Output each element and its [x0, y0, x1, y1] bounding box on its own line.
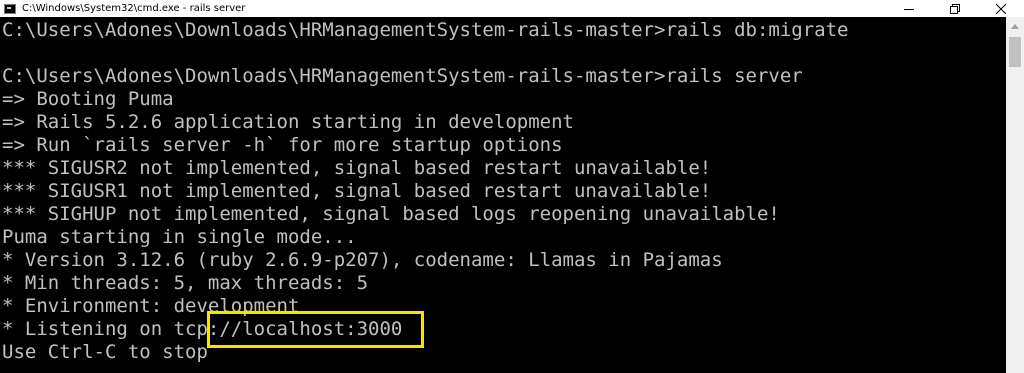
console-line: C:\Users\Adones\Downloads\HRManagementSy… [2, 65, 803, 87]
vertical-scrollbar[interactable] [1006, 17, 1024, 373]
console-line: *** SIGUSR2 not implemented, signal base… [2, 157, 712, 179]
window-title: C:\Windows\System32\cmd.exe - rails serv… [22, 3, 246, 14]
minimize-icon [904, 8, 914, 10]
console-line: Use Ctrl-C to stop [2, 341, 208, 363]
console-line: *** SIGHUP not implemented, signal based… [2, 203, 780, 225]
cmd-window: C:\Windows\System32\cmd.exe - rails serv… [0, 0, 1024, 373]
window-controls [886, 0, 1024, 17]
console-output[interactable]: C:\Users\Adones\Downloads\HRManagementSy… [0, 17, 1006, 373]
scroll-up-button[interactable] [1006, 17, 1024, 35]
minimize-button[interactable] [886, 0, 932, 17]
chevron-up-icon [1011, 23, 1019, 29]
console-line: C:\Users\Adones\Downloads\HRManagementSy… [2, 19, 849, 41]
console-line: *** SIGUSR1 not implemented, signal base… [2, 180, 712, 202]
maximize-icon [950, 3, 960, 14]
close-button[interactable] [978, 0, 1024, 17]
console-line: Puma starting in single mode... [2, 226, 357, 248]
console-line: => Booting Puma [2, 88, 174, 110]
close-icon [996, 3, 1006, 14]
scroll-thumb[interactable] [1009, 37, 1021, 67]
console-line: => Run `rails server -h` for more startu… [2, 134, 563, 156]
console-line: => Rails 5.2.6 application starting in d… [2, 111, 574, 133]
cmd-icon [4, 3, 16, 14]
console-line: * Version 3.12.6 (ruby 2.6.9-p207), code… [2, 249, 723, 271]
console-line: * Min threads: 5, max threads: 5 [2, 272, 369, 294]
title-bar[interactable]: C:\Windows\System32\cmd.exe - rails serv… [0, 0, 1024, 18]
highlight-box [207, 311, 424, 348]
maximize-button[interactable] [932, 0, 978, 17]
